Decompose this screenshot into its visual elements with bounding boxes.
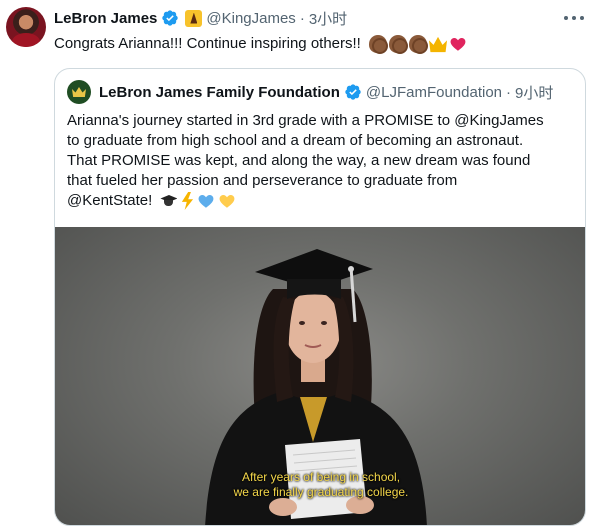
blue-heart-icon — [199, 195, 214, 208]
quoted-author-handle[interactable]: @LJFamFoundation — [366, 84, 502, 101]
quoted-tweet-text: Arianna's journey started in 3rd grade w… — [67, 111, 579, 211]
verified-badge-icon — [345, 84, 361, 100]
quoted-emojis — [160, 192, 236, 211]
quoted-tweet[interactable]: LeBron James Family Foundation @LJFamFou… — [54, 68, 586, 526]
video-player[interactable]: After years of being in school, we are f… — [55, 227, 585, 525]
tweet-emojis — [369, 35, 467, 55]
author-avatar[interactable] — [6, 7, 46, 47]
separator-dot: · — [506, 83, 512, 101]
quoted-text-line: That PROMISE was kept, and along the way… — [67, 152, 531, 169]
tweet[interactable]: LeBron James @KingJames · 3小时 Congrats A… — [0, 0, 600, 529]
video-caption-line: we are finally graduating college. — [233, 485, 409, 499]
quoted-text-line: that fueled her passion and perseverance… — [67, 172, 458, 189]
quoted-text-line: Arianna's journey started in 3rd grade w… — [67, 112, 544, 129]
quoted-text-line: to graduate from high school and a dream… — [67, 132, 524, 149]
foundation-avatar[interactable] — [67, 80, 91, 104]
more-options-icon[interactable] — [564, 10, 584, 26]
crown-icon — [429, 36, 448, 53]
quoted-timestamp[interactable]: 9小时 — [515, 82, 553, 103]
lightning-bolt-icon — [181, 192, 194, 211]
clapping-hands-icon — [409, 35, 429, 55]
quoted-text-last-line: @KentState! — [67, 191, 579, 211]
red-heart-icon — [450, 38, 466, 51]
separator-dot: · — [299, 9, 305, 27]
video-caption-line: After years of being in school, — [241, 470, 401, 484]
clapping-hands-icon — [389, 35, 409, 55]
tweet-header: LeBron James @KingJames · 3小时 — [54, 8, 347, 28]
quoted-author-name[interactable]: LeBron James Family Foundation — [99, 84, 340, 101]
tweet-timestamp[interactable]: 3小时 — [309, 8, 347, 29]
quoted-tweet-header: LeBron James Family Foundation @LJFamFou… — [67, 80, 553, 104]
clapping-hands-icon — [369, 35, 389, 55]
author-name[interactable]: LeBron James — [54, 10, 157, 27]
graduation-cap-icon — [160, 192, 177, 209]
quoted-text-line: @KentState! — [67, 192, 153, 209]
crown-logo-icon — [72, 87, 86, 97]
tweet-text: Congrats Arianna!!! Continue inspiring o… — [54, 34, 467, 55]
affiliate-badge-icon[interactable] — [185, 9, 203, 27]
verified-badge-icon — [162, 10, 179, 26]
author-handle[interactable]: @KingJames — [206, 10, 295, 27]
tweet-text-content: Congrats Arianna!!! Continue inspiring o… — [54, 35, 361, 52]
yellow-heart-icon — [220, 195, 235, 208]
